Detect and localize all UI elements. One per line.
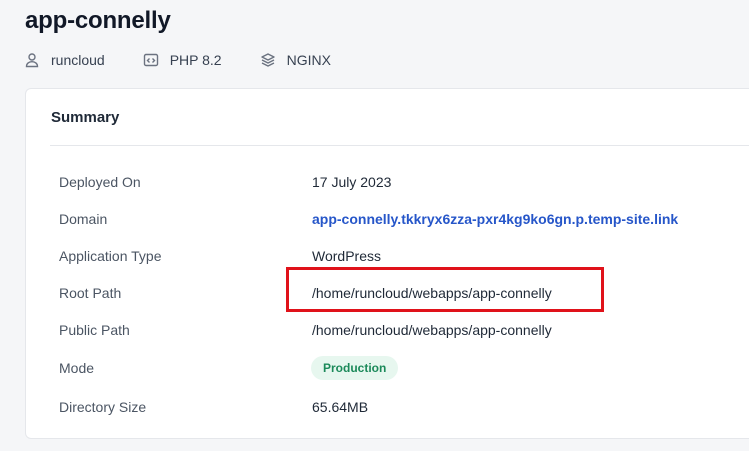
row-label: Domain xyxy=(59,211,108,227)
domain-link[interactable]: app-connelly.tkkryx6zza-pxr4kg9ko6gn.p.t… xyxy=(312,211,678,227)
row-value: /home/runcloud/webapps/app-connelly xyxy=(312,322,552,338)
row-label: Root Path xyxy=(59,285,122,301)
row-label: Deployed On xyxy=(59,174,141,190)
row-application-type: Application Type WordPress xyxy=(26,244,749,268)
meta-php: PHP 8.2 xyxy=(143,52,222,68)
meta-user-label: runcloud xyxy=(51,52,105,68)
mode-status-badge: Production xyxy=(311,356,399,380)
row-value: WordPress xyxy=(312,248,381,264)
meta-user: runcloud xyxy=(24,52,105,68)
meta-php-label: PHP 8.2 xyxy=(169,52,222,68)
summary-divider xyxy=(50,145,749,146)
row-label: Application Type xyxy=(59,248,162,264)
row-mode: Mode Production xyxy=(26,356,749,380)
row-label: Public Path xyxy=(59,322,130,338)
summary-card: Summary Deployed On 17 July 2023 Domain … xyxy=(25,88,749,439)
page-title: app-connelly xyxy=(25,7,171,34)
row-domain: Domain app-connelly.tkkryx6zza-pxr4kg9ko… xyxy=(26,207,749,231)
user-icon xyxy=(24,52,40,68)
code-window-icon xyxy=(143,52,159,68)
row-value: 65.64MB xyxy=(312,399,369,415)
root-path-highlight-box xyxy=(286,267,604,312)
row-label: Directory Size xyxy=(59,399,147,415)
meta-server-label: NGINX xyxy=(286,52,331,68)
row-directory-size: Directory Size 65.64MB xyxy=(26,395,749,419)
row-deployed-on: Deployed On 17 July 2023 xyxy=(26,170,749,194)
row-public-path: Public Path /home/runcloud/webapps/app-c… xyxy=(26,318,749,342)
summary-title: Summary xyxy=(51,109,120,126)
row-label: Mode xyxy=(59,360,95,376)
meta-server: NGINX xyxy=(260,52,331,68)
layers-icon xyxy=(260,52,276,68)
app-meta-bar: runcloud PHP 8.2 NGINX xyxy=(24,50,369,70)
row-value: 17 July 2023 xyxy=(312,174,392,190)
